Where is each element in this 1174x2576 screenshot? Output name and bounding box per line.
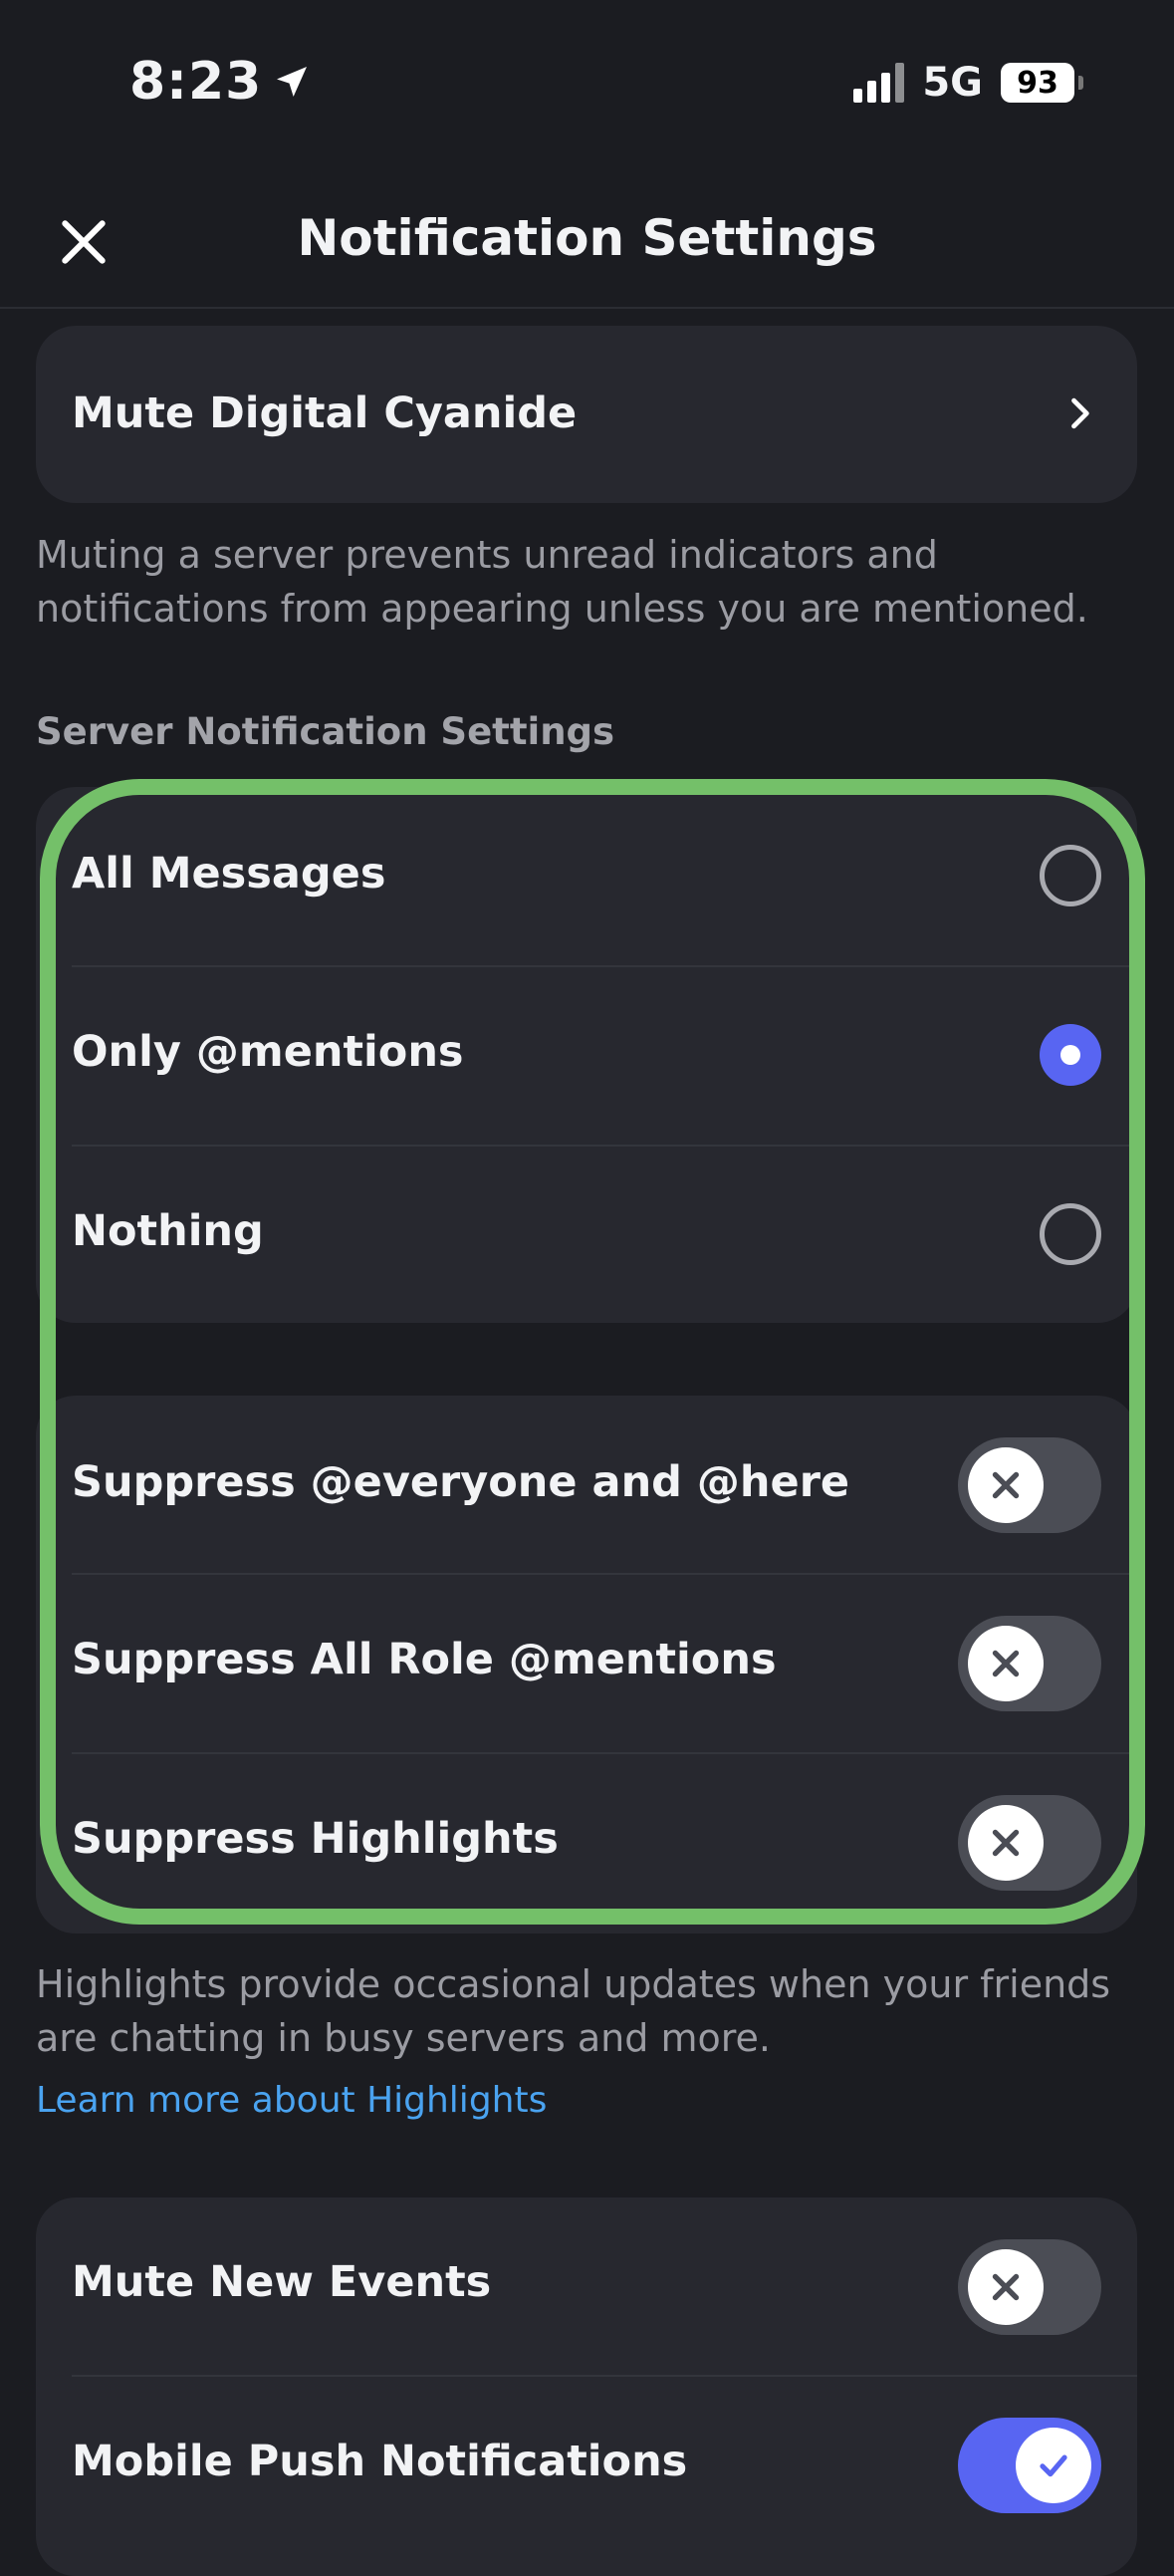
other-settings-card: Mute New Events Mobile Push Notification… — [36, 2197, 1137, 2576]
location-arrow-icon — [277, 67, 308, 97]
battery-level: 93 — [1017, 65, 1058, 101]
x-icon — [992, 1471, 1020, 1499]
chevron-right-icon — [1071, 397, 1089, 429]
status-indicators: 5G 93 — [853, 60, 1083, 106]
time-text: 8:23 — [129, 52, 263, 112]
suppress-everyone-row[interactable]: Suppress @everyone and @here — [36, 1396, 1137, 1573]
suppress-everyone-toggle[interactable] — [958, 1437, 1101, 1533]
radio-selected-icon[interactable] — [1040, 1024, 1101, 1086]
status-time: 8:23 — [129, 52, 312, 112]
option-nothing[interactable]: Nothing — [36, 1147, 1137, 1323]
mobile-push-toggle[interactable] — [958, 2418, 1101, 2513]
suppress-roles-toggle[interactable] — [958, 1616, 1101, 1711]
option-label: Only @mentions — [72, 1027, 464, 1077]
option-label: Nothing — [72, 1206, 264, 1256]
option-label: All Messages — [72, 849, 386, 899]
section-title: Server Notification Settings — [36, 710, 615, 753]
option-only-mentions[interactable]: Only @mentions — [36, 967, 1137, 1145]
mute-server-label: Mute Digital Cyanide — [72, 388, 578, 438]
suppress-label: Suppress All Role @mentions — [72, 1635, 777, 1684]
suppress-roles-row[interactable]: Suppress All Role @mentions — [36, 1575, 1137, 1752]
mute-server-description: Muting a server prevents unread indicato… — [36, 533, 1088, 631]
mute-server-row[interactable]: Mute Digital Cyanide — [36, 326, 1137, 503]
radio-unselected-icon[interactable] — [1040, 845, 1101, 906]
setting-label: Mute New Events — [72, 2257, 492, 2307]
header-divider — [0, 307, 1174, 309]
x-icon — [992, 1650, 1020, 1677]
suppress-label: Suppress @everyone and @here — [72, 1457, 850, 1507]
radio-unselected-icon[interactable] — [1040, 1203, 1101, 1265]
suppress-highlights-row[interactable]: Suppress Highlights — [36, 1754, 1137, 1933]
page-title: Notification Settings — [297, 209, 877, 267]
highlights-description: Highlights provide occasional updates wh… — [36, 1962, 1111, 2060]
suppress-highlights-toggle[interactable] — [958, 1795, 1101, 1891]
network-type: 5G — [922, 60, 983, 106]
mute-new-events-toggle[interactable] — [958, 2239, 1101, 2335]
toggle-knob — [1016, 2428, 1091, 2503]
setting-label: Mobile Push Notifications — [72, 2437, 688, 2486]
mute-new-events-row[interactable]: Mute New Events — [36, 2197, 1137, 2375]
signal-icon — [853, 63, 905, 103]
toggle-knob — [968, 1447, 1044, 1523]
notification-options-card: All Messages Only @mentions Nothing — [36, 787, 1137, 1323]
x-icon — [992, 1829, 1020, 1857]
battery-icon: 93 — [1001, 63, 1083, 103]
learn-more-highlights-link[interactable]: Learn more about Highlights — [36, 2080, 547, 2121]
toggle-knob — [968, 2249, 1044, 2325]
mobile-push-row[interactable]: Mobile Push Notifications — [36, 2377, 1137, 2556]
check-icon — [1040, 2454, 1067, 2477]
x-icon — [992, 2273, 1020, 2301]
suppress-label: Suppress Highlights — [72, 1814, 559, 1864]
option-all-messages[interactable]: All Messages — [36, 787, 1137, 965]
toggle-knob — [968, 1626, 1044, 1701]
suppress-options-card: Suppress @everyone and @here Suppress Al… — [36, 1396, 1137, 1933]
toggle-knob — [968, 1805, 1044, 1881]
